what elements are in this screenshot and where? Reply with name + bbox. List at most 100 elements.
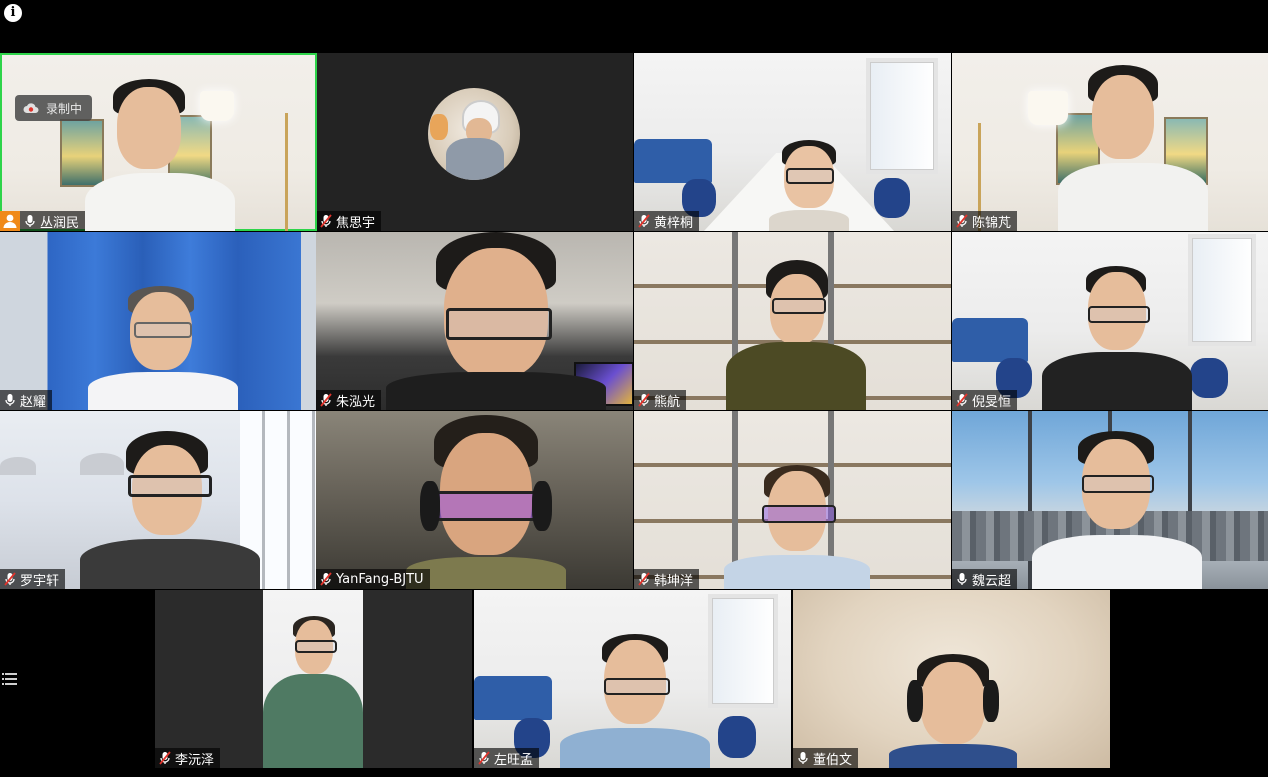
participant-name-tag: 黄梓桐 xyxy=(634,211,700,231)
participant-name: 赵耀 xyxy=(20,394,47,410)
video-tile[interactable]: 熊航 xyxy=(634,232,951,410)
office-chair xyxy=(874,178,910,218)
headphones xyxy=(983,680,999,722)
participant-name: 倪旻恒 xyxy=(972,394,1012,410)
participant-name: 韩坤洋 xyxy=(654,573,694,589)
microphone-muted-icon xyxy=(638,572,650,586)
participant-name: 陈锦芃 xyxy=(972,215,1012,231)
participant-name: 丛润民 xyxy=(40,215,80,231)
sofa xyxy=(474,676,552,720)
video-tile[interactable]: 倪旻恒 xyxy=(952,232,1268,410)
wall-painting xyxy=(1056,113,1100,185)
microphone-muted-icon xyxy=(320,393,332,407)
info-icon[interactable]: i xyxy=(4,4,22,22)
headphones xyxy=(532,481,552,531)
participant-name-tag: 董伯文 xyxy=(793,748,859,768)
video-tile[interactable]: 朱泓光 xyxy=(316,232,633,410)
sofa xyxy=(634,139,712,183)
participant-name-tag: YanFang-BJTU xyxy=(316,569,430,589)
participant-name: 焦思宇 xyxy=(336,215,376,231)
participant-name-tag: 魏云超 xyxy=(952,569,1018,589)
pendant-lamp xyxy=(0,457,36,475)
host-person-icon xyxy=(0,211,20,231)
video-tile[interactable]: 陈锦芃 xyxy=(952,53,1268,231)
bookshelf-post xyxy=(732,232,738,410)
video-tile[interactable]: 魏云超 xyxy=(952,411,1268,589)
microphone-muted-icon xyxy=(159,751,171,765)
participant-video xyxy=(1052,63,1212,231)
participant-name: 罗宇轩 xyxy=(20,573,60,589)
window-frame xyxy=(952,411,1268,589)
participant-video xyxy=(726,256,866,410)
recording-indicator[interactable]: 录制中 xyxy=(15,95,93,121)
participant-video xyxy=(560,630,710,768)
participant-name-tag: 罗宇轩 xyxy=(0,569,66,589)
microphone-muted-icon xyxy=(956,393,968,407)
participant-video xyxy=(764,138,854,231)
monitor xyxy=(574,362,633,406)
participant-name-tag: 李沅泽 xyxy=(155,748,221,768)
microphone-muted-icon xyxy=(956,214,968,228)
cloud-recording-icon xyxy=(23,102,39,113)
video-tile[interactable]: 董伯文 xyxy=(793,590,1110,768)
participant-name-tag: 倪旻恒 xyxy=(952,390,1018,410)
participant-video xyxy=(80,431,260,589)
bookshelf xyxy=(634,232,951,410)
office-chair xyxy=(718,716,756,758)
floor-lamp xyxy=(1028,91,1068,125)
participant-name-tag: 焦思宇 xyxy=(316,211,382,231)
floor-lamp xyxy=(285,113,288,231)
video-tile[interactable]: 左旺孟 xyxy=(474,590,791,768)
participant-video xyxy=(263,614,363,768)
office-chair xyxy=(1190,358,1228,398)
microphone-muted-icon xyxy=(638,214,650,228)
participant-name-tag: 赵耀 xyxy=(0,390,53,410)
conference-table xyxy=(704,153,894,231)
microphone-icon xyxy=(25,215,35,227)
video-tile[interactable]: 录制中 丛润民 xyxy=(0,53,317,231)
participant-name-tag: 丛润民 xyxy=(20,211,86,231)
participant-video xyxy=(1032,431,1202,589)
window xyxy=(240,411,316,589)
video-tile[interactable]: 李沅泽 xyxy=(155,590,472,768)
participant-name: 黄梓桐 xyxy=(654,215,694,231)
window xyxy=(866,58,938,174)
floor-lamp xyxy=(200,91,234,121)
video-tile[interactable]: 焦思宇 xyxy=(316,53,633,231)
microphone-muted-icon xyxy=(320,214,332,228)
participant-name: YanFang-BJTU xyxy=(336,571,424,587)
participant-video xyxy=(88,282,238,410)
participant-name: 李沅泽 xyxy=(175,752,215,768)
microphone-icon xyxy=(957,573,967,585)
microphone-muted-icon xyxy=(638,393,650,407)
wall-painting xyxy=(168,115,212,189)
video-tile[interactable]: 韩坤洋 xyxy=(634,411,951,589)
participant-name: 魏云超 xyxy=(972,573,1012,589)
window xyxy=(708,594,778,708)
participant-video xyxy=(386,232,606,410)
participant-video xyxy=(386,411,586,589)
microphone-muted-icon xyxy=(478,751,490,765)
sofa xyxy=(952,318,1028,362)
microphone-muted-icon xyxy=(320,572,332,586)
participant-name-tag: 朱泓光 xyxy=(316,390,382,410)
video-tile[interactable]: YanFang-BJTU xyxy=(316,411,633,589)
participant-name-tag: 左旺孟 xyxy=(474,748,540,768)
bookshelf-post xyxy=(828,232,834,410)
headphones xyxy=(420,481,440,531)
microphone-muted-icon xyxy=(4,572,16,586)
participant-video xyxy=(885,650,1021,768)
list-menu-icon[interactable] xyxy=(2,668,20,688)
participant-name-tag: 熊航 xyxy=(634,390,687,410)
window xyxy=(1188,234,1256,346)
video-tile[interactable]: 赵耀 xyxy=(0,232,317,410)
participant-video xyxy=(1042,262,1192,410)
participant-name: 董伯文 xyxy=(813,752,853,768)
microphone-icon xyxy=(798,752,808,764)
pendant-lamp xyxy=(80,453,124,475)
video-tile[interactable]: 黄梓桐 xyxy=(634,53,951,231)
participant-name: 朱泓光 xyxy=(336,394,376,410)
recording-label: 录制中 xyxy=(46,101,83,116)
video-tile[interactable]: 罗宇轩 xyxy=(0,411,317,589)
headphones xyxy=(907,680,923,722)
